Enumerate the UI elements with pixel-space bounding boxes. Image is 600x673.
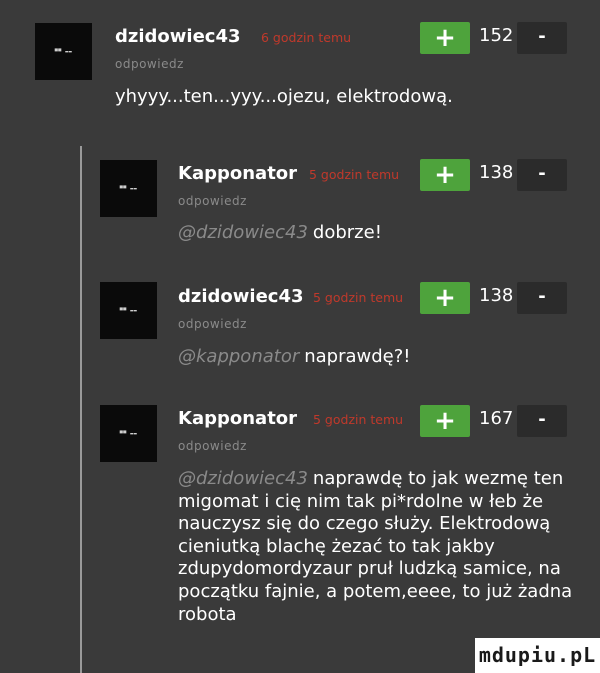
downvote-button[interactable]: -	[517, 405, 567, 437]
upvote-button[interactable]: +	[420, 405, 470, 437]
comment-text: @dzidowiec43 naprawdę to jak wezmę ten mi…	[178, 468, 583, 626]
reply-link[interactable]: odpowiedz	[178, 194, 247, 208]
avatar-logo: ▀▀ ▬▬	[54, 48, 73, 55]
comment-text-content: dobrze!	[312, 222, 382, 243]
comment-text-content: yhyyy...ten...yyy...ojezu, elektrodową.	[115, 86, 453, 107]
upvote-button[interactable]: +	[420, 22, 470, 54]
comment-text: @dzidowiec43 dobrze!	[178, 222, 578, 245]
downvote-button[interactable]: -	[517, 159, 567, 191]
timestamp: 5 godzin temu	[313, 290, 404, 305]
comment-text: @kapponator naprawdę?!	[178, 346, 578, 369]
downvote-button[interactable]: -	[517, 282, 567, 314]
downvote-button[interactable]: -	[517, 22, 567, 54]
avatar[interactable]: ▀▀ ▬▬	[100, 405, 157, 462]
vote-count: 167	[479, 408, 514, 429]
avatar[interactable]: ▀▀ ▬▬	[35, 23, 92, 80]
timestamp: 5 godzin temu	[313, 412, 404, 427]
avatar-logo: ▀▀ ▬▬	[119, 430, 138, 437]
username[interactable]: dzidowiec43	[115, 26, 241, 47]
mention-link[interactable]: @dzidowiec43	[178, 222, 308, 243]
timestamp: 5 godzin temu	[309, 167, 400, 182]
comment-text-content: naprawdę?!	[304, 346, 411, 367]
vote-count: 138	[479, 162, 514, 183]
avatar-logo: ▀▀ ▬▬	[119, 307, 138, 314]
mention-link[interactable]: @dzidowiec43	[178, 468, 308, 489]
vote-count: 152	[479, 25, 514, 46]
reply-link[interactable]: odpowiedz	[178, 439, 247, 453]
upvote-button[interactable]: +	[420, 159, 470, 191]
reply-link[interactable]: odpowiedz	[115, 57, 184, 71]
comment-text: yhyyy...ten...yyy...ojezu, elektrodową.	[115, 86, 555, 109]
username[interactable]: Kapponator	[178, 163, 297, 184]
avatar-logo: ▀▀ ▬▬	[119, 185, 138, 192]
upvote-button[interactable]: +	[420, 282, 470, 314]
avatar[interactable]: ▀▀ ▬▬	[100, 282, 157, 339]
username[interactable]: dzidowiec43	[178, 286, 304, 307]
mention-link[interactable]: @kapponator	[178, 346, 299, 367]
watermark-logo: mdupiu.pL	[475, 638, 600, 673]
vote-count: 138	[479, 285, 514, 306]
username[interactable]: Kapponator	[178, 408, 297, 429]
reply-link[interactable]: odpowiedz	[178, 317, 247, 331]
avatar[interactable]: ▀▀ ▬▬	[100, 160, 157, 217]
comment-text-content: naprawdę to jak wezmę ten migomat i cię …	[178, 468, 573, 625]
thread-line	[80, 146, 82, 673]
timestamp: 6 godzin temu	[261, 30, 352, 45]
